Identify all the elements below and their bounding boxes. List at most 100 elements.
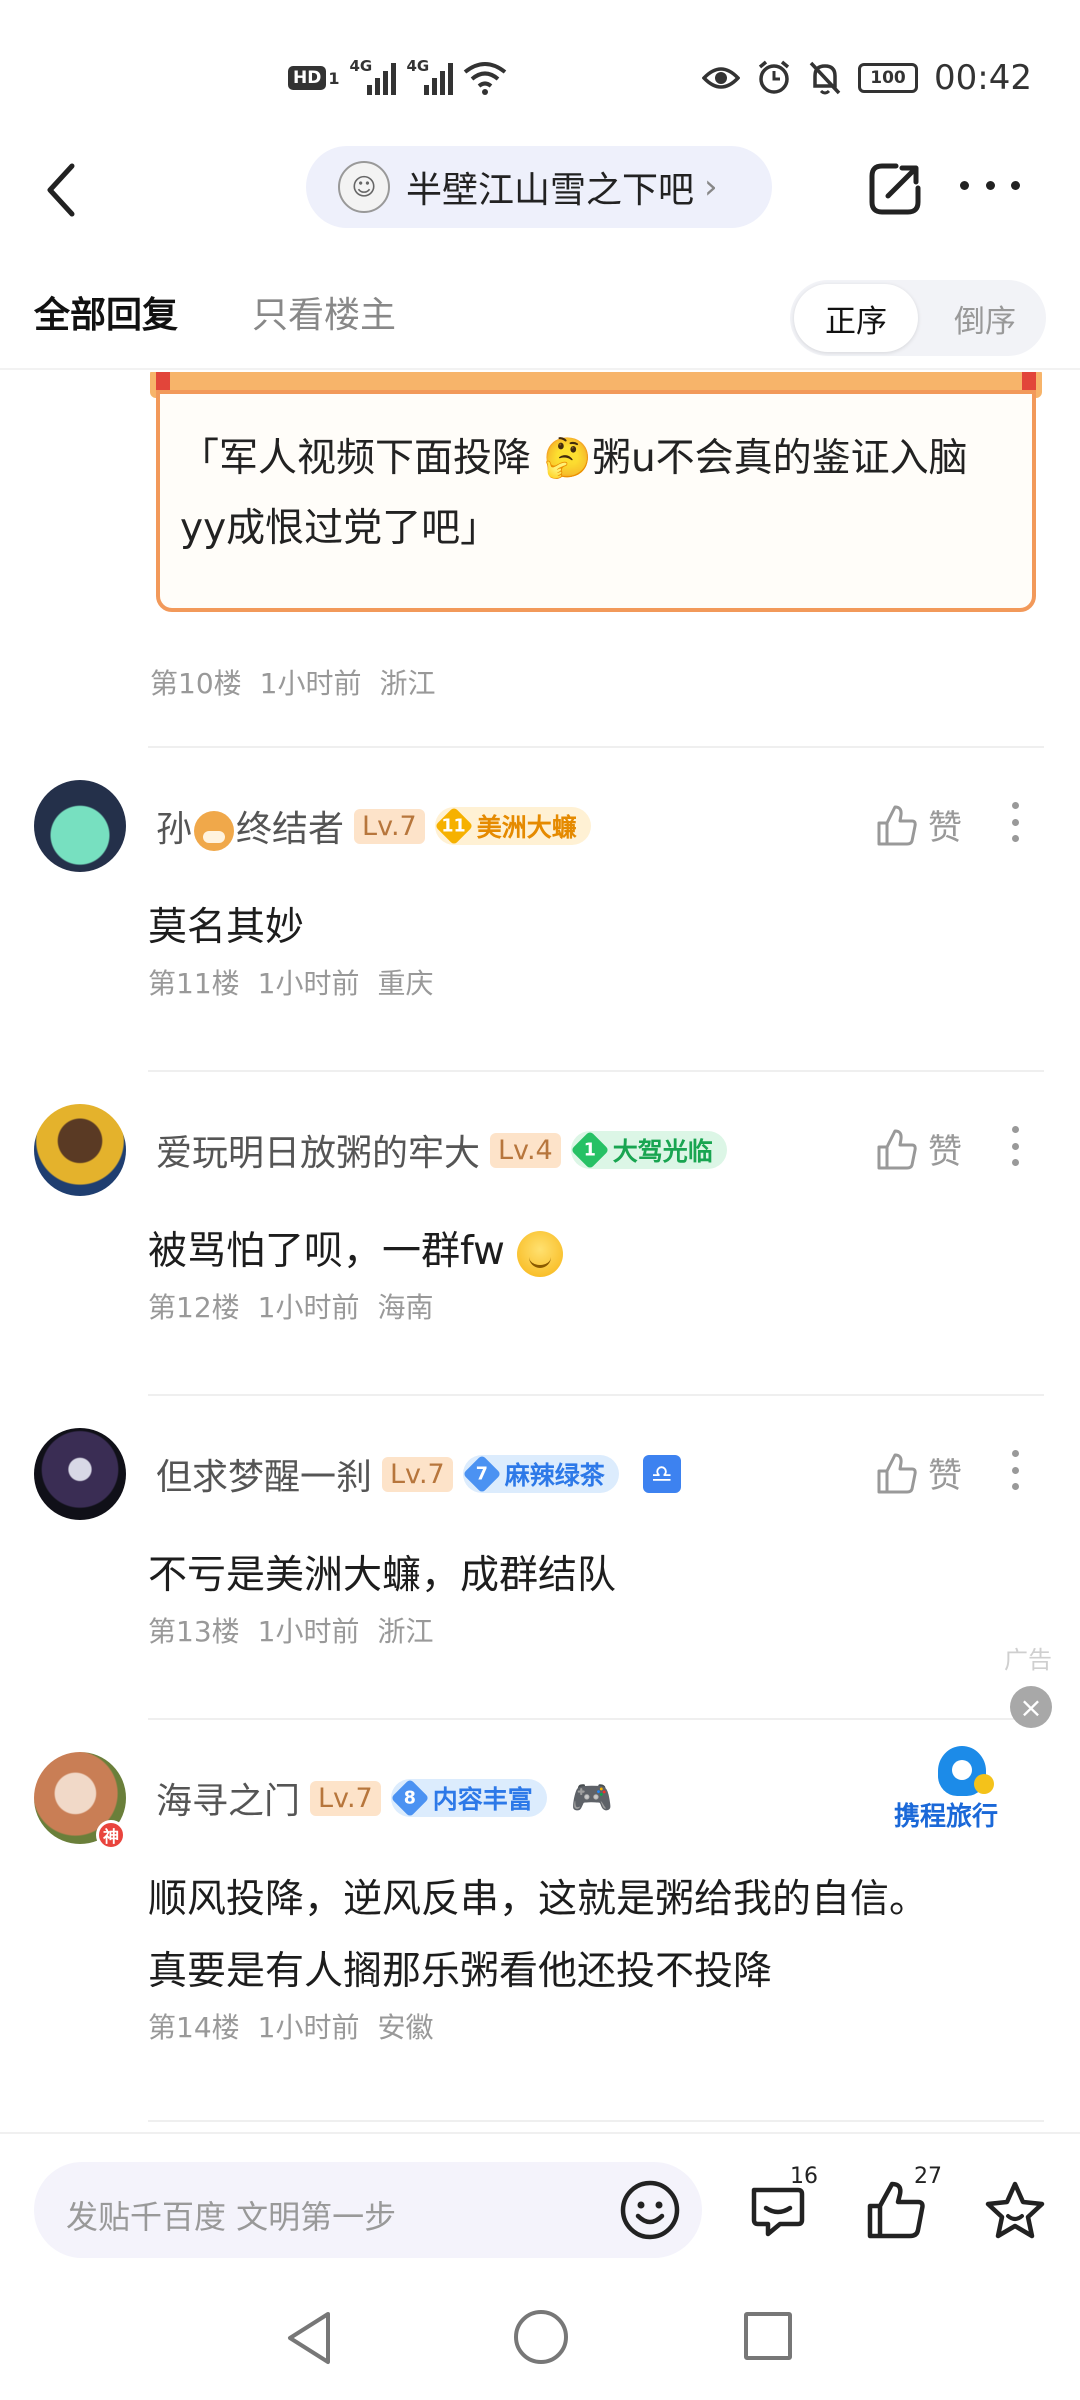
system-back-icon[interactable] [282,2308,336,2368]
post-meta: 第11楼 1小时前 重庆 [148,962,451,1002]
battery-icon: 100 [858,63,919,93]
badge-level: 7 [475,1463,488,1485]
level-badge: Lv.7 [310,1780,381,1816]
ad-label: 广告 [1004,1646,1052,1674]
ad-close-icon[interactable]: × [1010,1686,1052,1728]
order-desc-button[interactable]: 倒序 [928,284,1042,352]
reply-text: 不亏是美洲大蠊，成群结队 [148,1553,617,1598]
forum-link[interactable]: ☺ 半壁江山雪之下吧 › [306,146,772,228]
like-button[interactable]: 赞 [876,1124,962,1173]
signal-icon: 4G [406,57,454,95]
reply-text-line: 真要是有人搁那乐粥看他还投不投降 [148,1949,773,1994]
forum-avatar: ☺ [338,161,390,213]
reply-filter-tabs: 全部回复 只看楼主 正序 倒序 [0,246,1080,370]
username[interactable]: 孙 终结者 [156,800,344,852]
avatar[interactable] [34,1104,126,1196]
forum-name: 半壁江山雪之下吧 [406,170,695,211]
wifi-icon [464,62,507,95]
like-button[interactable]: 赞 [876,1448,962,1497]
network-type-label: 4G [349,57,373,75]
post-more-icon[interactable] [1012,1126,1022,1166]
divider [148,1070,1044,1072]
smirk-emoji-icon [517,1230,564,1277]
floor-number: 第14楼 [148,2011,240,2044]
status-left: HD 1 4G 4G [288,57,507,96]
diamond-icon: 8 [390,1778,430,1818]
post-location: 浙江 [377,1615,434,1648]
post-location: 浙江 [379,667,436,700]
order-asc-button[interactable]: 正序 [794,284,918,352]
thumbs-up-icon [877,1129,917,1169]
alarm-icon [758,60,790,94]
tab-owner-only[interactable]: 只看楼主 [252,286,396,338]
badge-text: 美洲大蠊 [476,813,577,842]
user-line: 孙 终结者 Lv.7 11 美洲大蠊 [156,800,591,852]
system-home-icon[interactable] [514,2310,568,2364]
reply-input[interactable]: 发贴千百度 文明第一步 [34,2162,702,2258]
reply-text: 被骂怕了呗，一群fw [148,1216,1048,1288]
username[interactable]: 爱玩明日放粥的牢大 [156,1124,480,1176]
post-location: 安徽 [377,2011,434,2044]
mute-bell-icon [809,61,841,95]
post-more-icon[interactable] [1012,802,1022,842]
divider [148,746,1044,748]
network-type-label: 4G [406,57,430,75]
post-time: 1小时前 [259,667,362,700]
username[interactable]: 但求梦醒一刹 [156,1448,372,1500]
like-count: 27 [914,2164,942,2189]
like-button[interactable]: 赞 [876,800,962,849]
title-badge: 8 内容丰富 [390,1778,547,1818]
post-more-icon[interactable] [1012,1450,1022,1490]
like-label: 赞 [928,808,962,848]
reply-feed[interactable]: 「军人视频下面投降 🤔粥u不会真的鉴证入脑yy成恨过党了吧」 第10楼 1小时前浙… [0,372,1080,2132]
divider [148,1718,1044,1720]
badge-text: 内容丰富 [432,1785,533,1814]
divider [148,2120,1044,2122]
hd-badge: HD [288,66,327,90]
emoji-icon[interactable] [618,2178,682,2242]
reply-input-placeholder: 发贴千百度 文明第一步 [66,2198,397,2236]
gamepad-icon: 🎮 [570,1778,614,1818]
post-meta: 第14楼 1小时前 安徽 [148,2006,451,2046]
clock: 00:42 [934,58,1032,98]
floor-number: 第12楼 [148,1291,240,1324]
god-badge: 神 [96,1820,126,1850]
post-time: 1小时前 [257,2011,360,2044]
badge-level: 1 [583,1139,596,1161]
floor-number: 第11楼 [148,967,240,1000]
title-badge: 7 麻辣绿茶 [462,1454,619,1494]
avatar[interactable] [34,1428,126,1520]
status-bar: HD 1 4G 4G 100 00:42 [0,0,1080,130]
user-line: 但求梦醒一刹 Lv.7 7 麻辣绿茶 ♎ [156,1448,681,1500]
tab-all-replies[interactable]: 全部回复 [34,286,178,338]
comment-count: 16 [790,2164,818,2189]
badge-level: 11 [441,815,466,837]
post-time: 1小时前 [257,1615,360,1648]
star-icon[interactable] [982,2178,1048,2244]
post-meta: 第10楼 1小时前 浙江 [150,662,453,702]
badge-level: 8 [403,1787,416,1809]
floor-number: 第13楼 [148,1615,240,1648]
more-options-icon[interactable] [960,170,1020,200]
back-icon[interactable] [38,160,88,220]
level-badge: Lv.7 [382,1456,453,1492]
ad-banner[interactable]: 携程旅行 [894,1746,1034,1836]
system-recents-icon[interactable] [744,2312,792,2360]
quote-text: 「军人视频下面投降 🤔粥u不会真的鉴证入脑yy成恨过党了吧」 [180,436,968,551]
level-badge: Lv.7 [354,808,425,844]
username[interactable]: 海寻之门 [156,1772,300,1824]
like-label: 赞 [928,1132,962,1172]
shiba-emoji-icon [194,811,235,851]
chevron-right-icon: › [704,167,718,207]
post-time: 1小时前 [257,967,360,1000]
badge-text: 大驾光临 [612,1137,713,1166]
username-prefix: 孙 [156,809,193,850]
post-meta: 第12楼 1小时前 海南 [148,1286,451,1326]
divider [148,1394,1044,1396]
thumbs-up-icon [877,805,917,845]
order-toggle: 正序 倒序 [790,280,1046,356]
avatar[interactable] [34,780,126,872]
floor-number: 第10楼 [150,667,242,700]
share-icon[interactable] [866,158,926,218]
ad-brand: 携程旅行 [894,1802,999,1832]
